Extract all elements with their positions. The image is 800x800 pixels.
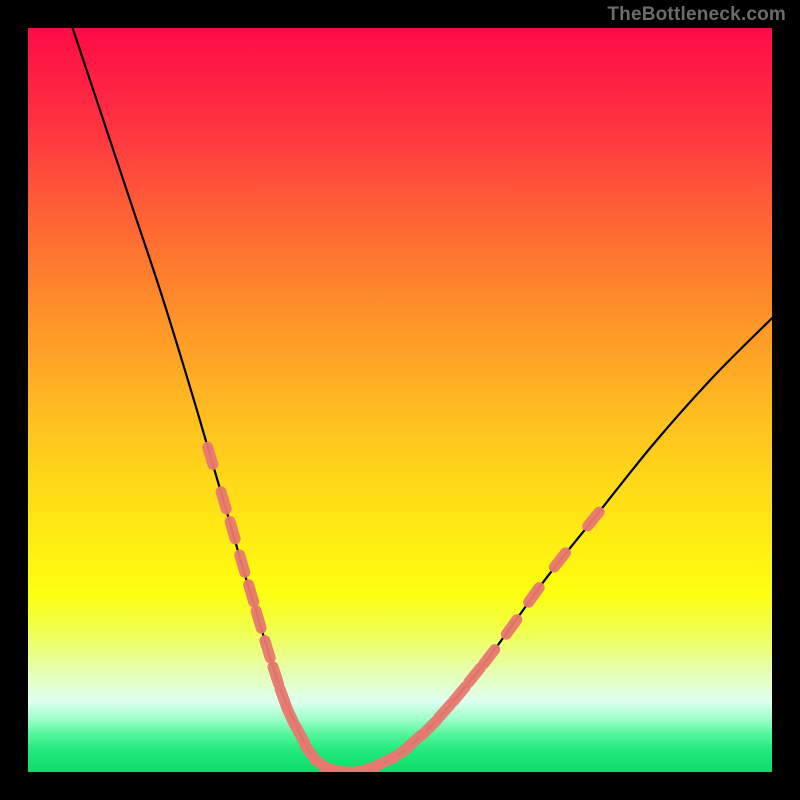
curve-marker xyxy=(230,522,235,539)
watermark-text: TheBottleneck.com xyxy=(607,4,786,26)
curve-marker xyxy=(287,708,295,724)
curve-marker xyxy=(469,668,480,682)
bottleneck-curve xyxy=(73,28,772,772)
curve-marker xyxy=(296,727,305,743)
curve-marker xyxy=(273,667,279,684)
curve-marker xyxy=(256,611,261,628)
curve-marker xyxy=(265,641,270,658)
curve-marker xyxy=(484,650,495,664)
curve-marker xyxy=(249,585,254,602)
curve-marker xyxy=(529,588,540,603)
curve-marker xyxy=(554,553,565,567)
curve-marker xyxy=(221,492,226,509)
curve-marker xyxy=(240,555,245,572)
curve-marker xyxy=(454,687,466,701)
curve-marker xyxy=(208,447,213,464)
curve-marker xyxy=(588,512,599,526)
chart-frame: TheBottleneck.com xyxy=(0,0,800,800)
curve-marker xyxy=(423,721,436,734)
curve-marker xyxy=(506,620,517,635)
curve-marker xyxy=(439,704,451,717)
curve-svg xyxy=(28,28,772,772)
plot-area xyxy=(28,28,772,772)
